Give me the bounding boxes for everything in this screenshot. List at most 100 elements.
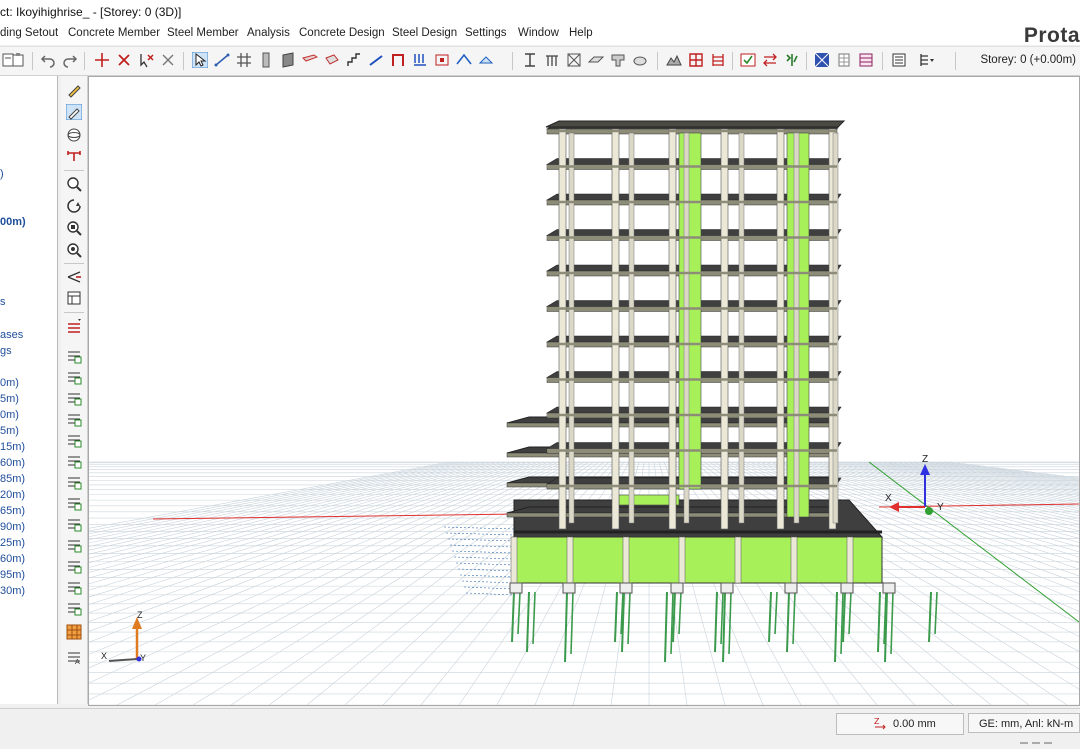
tree-item-storey[interactable]: 95m) xyxy=(0,569,25,581)
resize-grip[interactable] xyxy=(1020,737,1060,744)
storey-indicator[interactable]: Storey: 0 (+0.00m) xyxy=(980,54,1076,66)
tree-item[interactable]: ) xyxy=(0,168,4,180)
delete-select-icon[interactable] xyxy=(116,52,132,68)
storey-7-icon[interactable] xyxy=(66,474,82,490)
zoom-window-icon[interactable] xyxy=(66,242,82,258)
undo-icon[interactable] xyxy=(40,52,56,68)
menu-concrete-design[interactable]: Concrete Design xyxy=(299,27,385,39)
building-icon[interactable] xyxy=(836,52,852,68)
tree-item-settings[interactable]: gs xyxy=(0,345,12,357)
tree-item-storey[interactable]: 65m) xyxy=(0,505,25,517)
strip-footing-icon[interactable] xyxy=(632,52,648,68)
tree-item-storey[interactable]: 5m) xyxy=(0,425,19,437)
foundation-icon[interactable] xyxy=(66,624,82,640)
select-pointer-icon[interactable] xyxy=(192,52,208,68)
slab-icon[interactable] xyxy=(324,52,340,68)
tree-item-storey[interactable]: 90m) xyxy=(0,521,25,533)
render-icon[interactable] xyxy=(814,52,830,68)
menu-analysis[interactable]: Analysis xyxy=(247,27,290,39)
sphere-icon[interactable] xyxy=(66,127,82,143)
tree-item-storey[interactable]: 30m) xyxy=(0,585,25,597)
storey-12-icon[interactable] xyxy=(66,579,82,595)
edit-active-icon[interactable] xyxy=(66,104,82,120)
load-icon[interactable] xyxy=(412,52,428,68)
menu-help[interactable]: Help xyxy=(569,27,593,39)
units-field[interactable]: GE: mm, Anl: kN-m xyxy=(968,713,1080,733)
storey-5-icon[interactable] xyxy=(66,432,82,448)
storey-2-icon[interactable] xyxy=(66,369,82,385)
frame-icon[interactable] xyxy=(390,52,406,68)
storey-4-icon[interactable] xyxy=(66,411,82,427)
dimension-icon[interactable] xyxy=(66,149,82,165)
menu-settings[interactable]: Settings xyxy=(465,27,507,39)
storey-13-icon[interactable] xyxy=(66,600,82,616)
wall-icon[interactable] xyxy=(280,52,296,68)
section-icon[interactable] xyxy=(522,52,538,68)
tree-item-storey[interactable]: 25m) xyxy=(0,537,25,549)
tree-item-storey[interactable]: 5m) xyxy=(0,393,19,405)
menu-steel-member[interactable]: Steel Member xyxy=(167,27,239,39)
storey-frame-icon[interactable] xyxy=(710,52,726,68)
frame-grid-icon[interactable] xyxy=(688,52,704,68)
tree-item-storey[interactable]: 0m) xyxy=(0,409,19,421)
menu-window[interactable]: Window xyxy=(518,27,559,39)
cross-icon[interactable] xyxy=(160,52,176,68)
tree-item-load-cases[interactable]: ases xyxy=(0,329,23,341)
line-icon[interactable] xyxy=(214,52,230,68)
tree-item-storey[interactable]: 85m) xyxy=(0,473,25,485)
stair-icon[interactable] xyxy=(346,52,362,68)
column-icon[interactable] xyxy=(258,52,274,68)
ramp-icon[interactable] xyxy=(368,52,384,68)
storey-8-icon[interactable] xyxy=(66,495,82,511)
beam-icon[interactable] xyxy=(302,52,318,68)
paste-icon[interactable] xyxy=(10,52,26,68)
tree-item-active-storey[interactable]: 00m) xyxy=(0,216,26,228)
storey-1-icon[interactable] xyxy=(66,348,82,364)
pile-cap-icon[interactable] xyxy=(544,52,560,68)
roof-icon[interactable] xyxy=(456,52,472,68)
tree-item-storey[interactable]: 60m) xyxy=(0,553,25,565)
pencil-icon[interactable] xyxy=(66,82,82,98)
tree-item-storey[interactable]: 60m) xyxy=(0,457,25,469)
all-storeys-icon[interactable]: A xyxy=(66,649,82,665)
transfer-icon[interactable] xyxy=(762,52,778,68)
storey-view-icon[interactable] xyxy=(858,52,874,68)
menu-steel-design[interactable]: Steel Design xyxy=(392,27,457,39)
footing-icon[interactable] xyxy=(478,52,494,68)
menu-concrete-member[interactable]: Concrete Member xyxy=(68,27,160,39)
terrain-icon[interactable] xyxy=(666,52,682,68)
view-direction-icon[interactable] xyxy=(66,269,82,285)
zoom-all-icon[interactable] xyxy=(66,220,82,236)
retaining-wall-icon[interactable] xyxy=(610,52,626,68)
report-dropdown-icon[interactable] xyxy=(918,52,934,68)
grid-axis-icon[interactable] xyxy=(236,52,252,68)
check-arrows-icon[interactable] xyxy=(784,52,800,68)
check-model-icon[interactable] xyxy=(740,52,756,68)
list-icon[interactable] xyxy=(891,52,907,68)
cursor-delete-icon[interactable] xyxy=(138,52,154,68)
layers-icon[interactable] xyxy=(66,290,82,306)
redo-icon[interactable] xyxy=(62,52,78,68)
storey-10-icon[interactable] xyxy=(66,537,82,553)
storey-11-icon[interactable] xyxy=(66,558,82,574)
storey-select-icon[interactable] xyxy=(66,318,82,334)
tree-item-storey[interactable]: 15m) xyxy=(0,441,25,453)
menu-building-setout[interactable]: ding Setout xyxy=(0,27,58,39)
opening-icon[interactable] xyxy=(434,52,450,68)
storey-9-icon[interactable] xyxy=(66,516,82,532)
move-icon[interactable] xyxy=(94,52,110,68)
zoom-icon[interactable] xyxy=(66,176,82,192)
tree-item-storey[interactable]: 20m) xyxy=(0,489,25,501)
building-3d-model[interactable]: Z X Y Z X Y xyxy=(89,77,1079,705)
storey-6-icon[interactable] xyxy=(66,453,82,469)
mat-icon[interactable] xyxy=(588,52,604,68)
tree-item-storey[interactable]: 0m) xyxy=(0,377,19,389)
elevation-field[interactable]: Z 0.00 mm xyxy=(836,713,964,735)
brand-logo: Prota xyxy=(1023,24,1080,47)
rotate-view-icon[interactable] xyxy=(66,198,82,214)
tree-item[interactable]: s xyxy=(0,296,6,308)
model-tree-panel: ) 00m) s ases gs 0m) 5m) 0m) 5m) 15m) 60… xyxy=(0,76,58,704)
storey-3-icon[interactable] xyxy=(66,390,82,406)
3d-viewport[interactable]: Z X Y Z X Y xyxy=(88,76,1080,706)
box-x-icon[interactable] xyxy=(566,52,582,68)
